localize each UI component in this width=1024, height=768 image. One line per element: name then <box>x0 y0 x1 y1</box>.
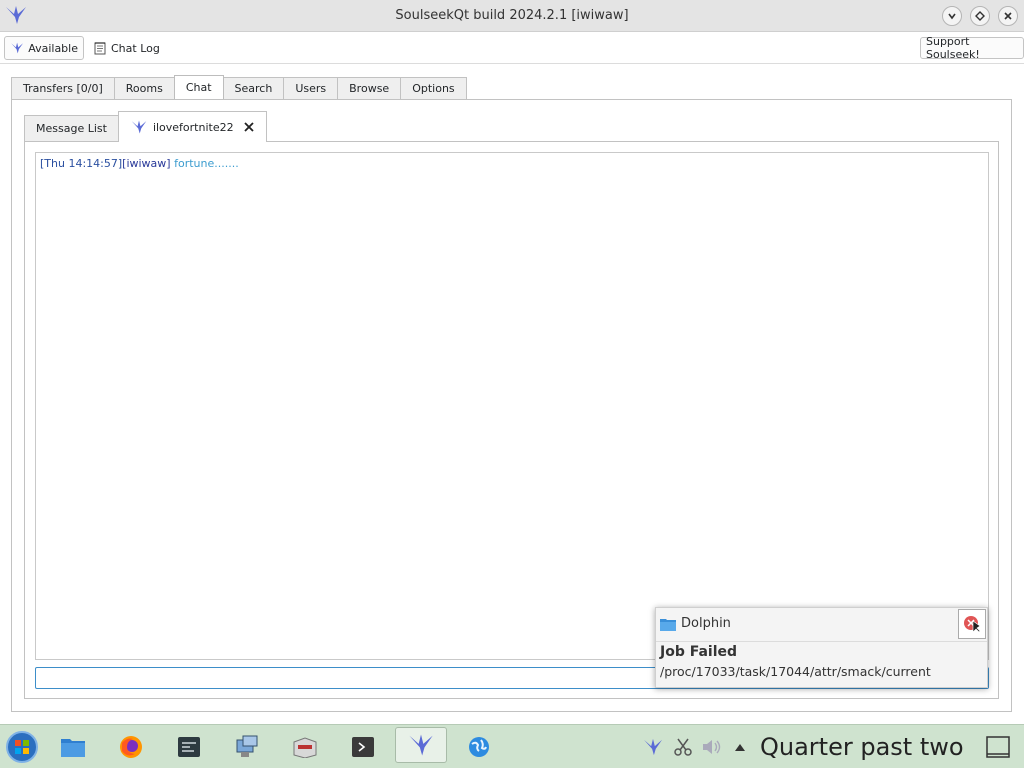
console-icon <box>352 737 374 757</box>
minimize-button[interactable] <box>942 6 962 26</box>
taskbar-package-manager[interactable] <box>287 729 323 765</box>
arrow-up-icon <box>735 744 745 751</box>
chat-log-label: Chat Log <box>111 41 160 55</box>
network-settings-icon <box>236 735 258 757</box>
taskbar-soulseek[interactable] <box>395 727 447 763</box>
notification-close-button[interactable] <box>958 609 986 639</box>
notification-app: Dolphin <box>660 616 731 631</box>
chat-log-button[interactable]: Chat Log <box>88 36 165 60</box>
firefox-icon <box>120 736 142 758</box>
notification-app-name: Dolphin <box>681 616 731 631</box>
notification-popup[interactable]: Dolphin Job Failed /proc/17033/task/1704… <box>655 607 988 688</box>
message-text: fortune....... <box>174 157 239 170</box>
support-soulseek-button[interactable]: Support Soulseek! <box>920 35 1024 61</box>
tab-user-chat[interactable]: ilovefortnite22 <box>117 111 267 142</box>
tab-rooms[interactable]: Rooms <box>113 77 175 99</box>
close-tab-icon[interactable] <box>243 121 255 133</box>
message-timestamp: [Thu 14:14:57] <box>40 157 123 170</box>
browser-globe-icon <box>469 737 489 757</box>
clock[interactable]: Quarter past two <box>760 733 964 761</box>
tab-label: Rooms <box>125 82 163 95</box>
volume-icon <box>703 740 721 754</box>
scissors-icon <box>674 738 692 756</box>
package-manager-icon <box>293 737 317 758</box>
start-menu-icon <box>6 731 38 763</box>
message-user[interactable]: [iwiwaw] <box>122 157 170 170</box>
folder-icon <box>660 618 676 631</box>
tab-options[interactable]: Options <box>400 77 467 99</box>
chat-tab-bar: Message List ilovefortnite22 <box>24 111 267 142</box>
show-desktop-icon <box>986 736 1010 758</box>
show-desktop-button[interactable] <box>980 729 1016 765</box>
tab-browse[interactable]: Browse <box>337 77 402 99</box>
taskbar-network-settings[interactable] <box>229 729 265 765</box>
main-tab-bar: Transfers [0/0] Rooms Chat Search Users … <box>11 75 467 99</box>
close-circle-icon <box>964 616 981 633</box>
tab-chat[interactable]: Chat <box>173 75 224 99</box>
taskbar-firefox[interactable] <box>113 729 149 765</box>
chevron-down-icon <box>948 13 956 20</box>
tab-label: Chat <box>185 81 212 94</box>
close-window-button[interactable] <box>998 6 1018 26</box>
support-label: Support Soulseek! <box>926 35 980 61</box>
diamond-icon <box>975 11 985 21</box>
tab-label: Browse <box>349 82 390 95</box>
chat-message: [Thu 14:14:57][iwiwaw] fortune....... <box>40 157 984 171</box>
tab-search[interactable]: Search <box>222 77 285 99</box>
soulseek-tray-icon <box>643 738 663 756</box>
window-title: SoulseekQt build 2024.2.1 [iwiwaw] <box>395 8 629 23</box>
taskbar: Quarter past two <box>0 724 1024 768</box>
soulseek-bird-icon <box>11 42 24 54</box>
notepad-icon <box>94 42 106 55</box>
taskbar-browser[interactable] <box>461 729 497 765</box>
notification-title: Job Failed <box>660 644 738 660</box>
tab-label: Transfers [0/0] <box>23 82 103 95</box>
terminal-icon <box>178 737 200 757</box>
close-icon <box>1004 12 1012 20</box>
toolbar: Available Chat Log Support Soulseek! <box>0 32 1024 64</box>
notification-body: /proc/17033/task/17044/attr/smack/curren… <box>660 664 931 679</box>
file-manager-icon <box>61 739 85 757</box>
tab-label: ilovefortnite22 <box>152 120 234 134</box>
notification-divider <box>656 641 987 642</box>
tray-expand-button[interactable] <box>722 729 758 765</box>
taskbar-terminal[interactable] <box>171 729 207 765</box>
tab-label: Options <box>412 82 455 95</box>
tab-transfers[interactable]: Transfers [0/0] <box>11 77 115 99</box>
maximize-button[interactable] <box>970 6 990 26</box>
status-label: Available <box>28 41 78 55</box>
taskbar-console[interactable] <box>345 729 381 765</box>
tab-label: Message List <box>36 122 107 135</box>
tab-message-list[interactable]: Message List <box>24 115 119 141</box>
status-button[interactable]: Available <box>4 36 84 60</box>
taskbar-file-manager[interactable] <box>55 729 91 765</box>
soulseek-bird-icon <box>131 120 147 134</box>
chat-log[interactable]: [Thu 14:14:57][iwiwaw] fortune....... <box>35 152 989 660</box>
tab-users[interactable]: Users <box>283 77 339 99</box>
start-menu-button[interactable] <box>4 729 40 765</box>
soulseek-icon <box>409 734 433 756</box>
tab-label: Users <box>295 82 327 95</box>
tab-label: Search <box>234 82 273 95</box>
title-bar: SoulseekQt build 2024.2.1 [iwiwaw] <box>0 0 1024 32</box>
